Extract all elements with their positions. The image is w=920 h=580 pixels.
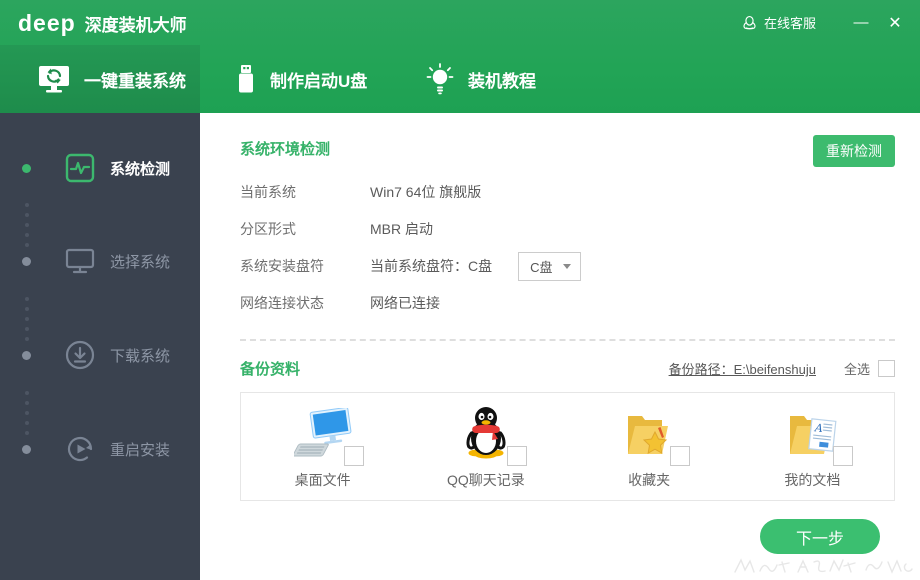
row-label: 系统安装盘符 <box>240 256 370 276</box>
svg-text:A: A <box>814 421 824 435</box>
backup-item-label: 桌面文件 <box>295 470 351 490</box>
section-title-backup: 备份资料 <box>240 358 669 379</box>
sidebar-step-choose-system[interactable]: 选择系统 <box>0 239 200 283</box>
row-value: Win7 64位 旗舰版 <box>370 182 481 202</box>
tab-make-boot-usb[interactable]: 制作启动U盘 <box>200 45 390 113</box>
main-content: 系统环境检测 重新检测 当前系统 Win7 64位 旗舰版 分区形式 MBR 启… <box>200 113 920 580</box>
sidebar-step-restart-install[interactable]: 重启安装 <box>0 427 200 471</box>
monitor-refresh-icon <box>37 63 71 95</box>
pulse-monitor-icon <box>64 152 96 184</box>
app-window: deep 深度装机大师 在线客服 — ✕ <box>0 0 920 580</box>
select-all-checkbox[interactable] <box>878 360 895 377</box>
step-label: 系统检测 <box>110 158 170 179</box>
env-row-current-system: 当前系统 Win7 64位 旗舰版 <box>240 180 895 204</box>
step-dot <box>22 164 31 173</box>
drive-select-value: C盘 <box>530 257 552 276</box>
backup-item-label: QQ聊天记录 <box>447 470 525 490</box>
next-step-button[interactable]: 下一步 <box>760 519 880 554</box>
recheck-button[interactable]: 重新检测 <box>813 135 895 167</box>
online-service-label: 在线客服 <box>764 13 816 32</box>
close-button[interactable]: ✕ <box>878 0 912 45</box>
folder-document-icon: A <box>784 408 840 460</box>
monitor-icon <box>64 245 96 277</box>
sidebar-step-download-system[interactable]: 下载系统 <box>0 333 200 377</box>
step-dot <box>22 351 31 360</box>
sidebar-step-system-check[interactable]: 系统检测 <box>0 146 200 190</box>
backup-item-label: 我的文档 <box>784 470 840 490</box>
main-nav: 一键重装系统 制作启动U盘 <box>0 45 920 113</box>
sidebar-steps: 系统检测 选择系统 <box>0 113 200 580</box>
tab-reinstall-system[interactable]: 一键重装系统 <box>0 45 200 113</box>
restart-icon <box>64 433 96 465</box>
section-title-env-detection: 系统环境检测 <box>240 135 330 159</box>
row-value: 网络已连接 <box>370 293 440 313</box>
folder-star-icon <box>622 408 676 460</box>
row-label: 当前系统 <box>240 182 370 202</box>
lightbulb-icon <box>425 63 455 95</box>
backup-checkbox-my-documents[interactable] <box>833 446 853 466</box>
drive-select-dropdown[interactable]: C盘 <box>518 252 580 281</box>
env-row-partition-type: 分区形式 MBR 启动 <box>240 217 895 241</box>
watermark-scribble <box>730 550 920 580</box>
app-title: 深度装机大师 <box>85 11 187 36</box>
logo-wordmark: deep <box>18 10 76 36</box>
env-row-network-status: 网络连接状态 网络已连接 <box>240 291 895 315</box>
dashed-divider <box>240 339 895 341</box>
step-dot <box>22 445 31 454</box>
step-dot <box>22 257 31 266</box>
row-label: 分区形式 <box>240 219 370 239</box>
backup-item-desktop-files: 桌面文件 <box>241 404 404 490</box>
chevron-down-icon <box>563 264 571 269</box>
env-detection-rows: 当前系统 Win7 64位 旗舰版 分区形式 MBR 启动 系统安装盘符 当前系… <box>240 180 895 315</box>
backup-item-my-documents: A 我的文档 <box>731 404 894 490</box>
row-value: MBR 启动 <box>370 219 433 239</box>
env-row-install-drive: 系统安装盘符 当前系统盘符：C盘 C盘 <box>240 254 895 278</box>
app-logo: deep 深度装机大师 <box>18 10 187 36</box>
step-label: 重启安装 <box>110 439 170 460</box>
backup-item-favorites: 收藏夹 <box>568 404 731 490</box>
qq-penguin-outline-icon <box>741 14 758 31</box>
tab-label: 装机教程 <box>468 67 536 92</box>
backup-items-box: 桌面文件 <box>240 392 895 501</box>
backup-checkbox-qq-chat[interactable] <box>507 446 527 466</box>
tab-install-tutorial[interactable]: 装机教程 <box>390 45 570 113</box>
step-label: 选择系统 <box>110 251 170 272</box>
backup-item-label: 收藏夹 <box>628 470 670 490</box>
usb-drive-icon <box>235 63 257 95</box>
tab-label: 一键重装系统 <box>84 67 186 92</box>
header: deep 深度装机大师 在线客服 — ✕ <box>0 0 920 113</box>
backup-checkbox-favorites[interactable] <box>670 446 690 466</box>
select-all-label: 全选 <box>844 359 870 378</box>
step-label: 下载系统 <box>110 345 170 366</box>
titlebar: deep 深度装机大师 在线客服 — ✕ <box>0 0 920 45</box>
row-label: 网络连接状态 <box>240 293 370 313</box>
qq-penguin-icon <box>463 406 509 460</box>
backup-path-link[interactable]: 备份路径：E:\beifenshuju <box>669 359 816 378</box>
minimize-button[interactable]: — <box>844 0 878 45</box>
row-value: 当前系统盘符：C盘 <box>370 256 492 276</box>
tab-label: 制作启动U盘 <box>270 67 367 92</box>
backup-item-qq-chat: QQ聊天记录 <box>404 404 567 490</box>
backup-checkbox-desktop-files[interactable] <box>344 446 364 466</box>
download-circle-icon <box>64 339 96 371</box>
online-service-button[interactable]: 在线客服 <box>741 13 816 32</box>
